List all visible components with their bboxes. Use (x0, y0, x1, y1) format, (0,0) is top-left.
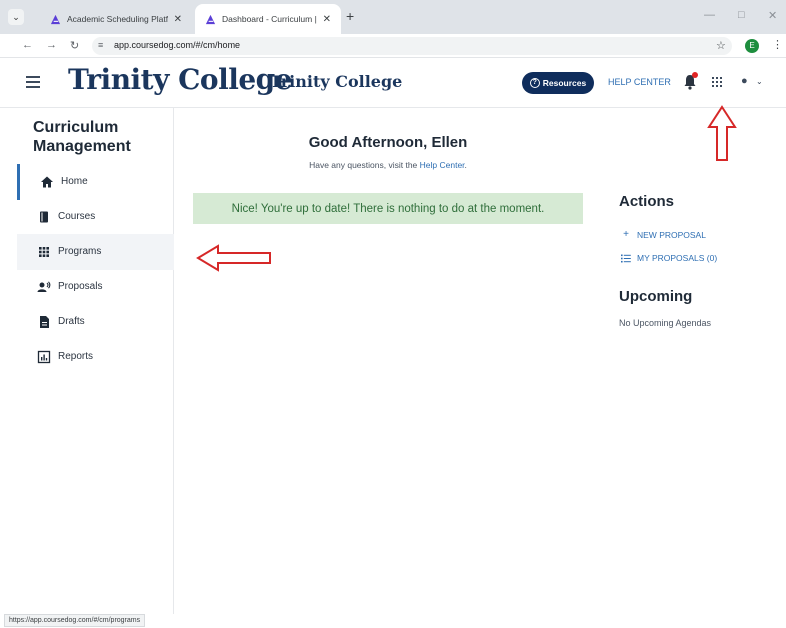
tab-search-chevron-icon[interactable]: ⌄ (8, 9, 24, 25)
upcoming-heading: Upcoming (619, 288, 693, 305)
tab-title: Academic Scheduling Platform (67, 14, 168, 24)
bookmark-star-icon[interactable]: ☆ (716, 39, 726, 52)
reload-icon[interactable]: ↻ (70, 39, 79, 52)
sidebar-item-label: Home (61, 176, 88, 187)
grid-icon (39, 247, 49, 257)
browser-tab-scheduling[interactable]: Academic Scheduling Platform ✕ (40, 4, 192, 34)
sidebar-title: Curriculum Management (33, 119, 131, 155)
resources-button[interactable]: ? Resources (522, 72, 594, 94)
resources-label: Resources (542, 78, 587, 88)
notification-dot (692, 72, 698, 78)
site-settings-icon[interactable]: ≡ (98, 40, 103, 50)
college-logo[interactable]: Trinity College (68, 63, 293, 96)
browser-tabstrip: ⌄ Academic Scheduling Platform ✕ Dashboa… (0, 0, 786, 34)
tab-close-icon[interactable]: ✕ (174, 14, 182, 25)
sidebar-item-courses[interactable]: Courses (17, 199, 174, 235)
new-tab-button[interactable]: + (346, 9, 354, 23)
coursedog-favicon-icon (50, 14, 61, 24)
address-bar[interactable]: ≡ app.coursedog.com/#/cm/home (92, 37, 732, 55)
tab-title: Dashboard - Curriculum | Cours (222, 14, 317, 24)
browser-toolbar: ← → ↻ ≡ app.coursedog.com/#/cm/home ☆ E … (0, 34, 786, 58)
app-header: Trinity College Trinity College ? Resour… (0, 58, 786, 108)
sidebar-item-label: Proposals (58, 281, 103, 292)
chevron-down-icon[interactable]: ⌄ (756, 77, 763, 86)
browser-tab-dashboard[interactable]: Dashboard - Curriculum | Cours ✕ (195, 4, 341, 34)
my-proposals-link[interactable]: MY PROPOSALS (0) (621, 253, 717, 263)
chart-icon (37, 350, 51, 364)
browser-menu-icon[interactable]: ⋮ (772, 38, 783, 51)
plus-icon: + (623, 229, 629, 240)
sidebar-item-reports[interactable]: Reports (17, 339, 174, 375)
profile-avatar[interactable]: E (745, 39, 759, 53)
subtitle-suffix: . (464, 160, 467, 170)
help-center-inline-link[interactable]: Help Center (420, 160, 465, 170)
up-to-date-banner: Nice! You're up to date! There is nothin… (193, 193, 583, 224)
new-proposal-link[interactable]: + NEW PROPOSAL (621, 229, 706, 240)
sidebar-item-label: Courses (58, 211, 96, 222)
annotation-arrow-up-icon (707, 105, 737, 161)
sidebar-item-label: Reports (58, 351, 94, 362)
status-bar-url: https://app.coursedog.com/#/cm/programs (4, 614, 146, 627)
institution-name: Trinity College (270, 72, 403, 91)
tab-close-icon[interactable]: ✕ (323, 14, 331, 25)
sidebar-item-label: Drafts (58, 316, 85, 327)
sidebar: Curriculum Management Home Courses Progr… (17, 108, 174, 614)
sidebar-item-home[interactable]: Home (17, 164, 174, 200)
help-circle-icon: ? (529, 78, 540, 88)
actions-heading: Actions (619, 193, 675, 210)
window-close-icon[interactable]: ✕ (768, 9, 777, 22)
notification-bell-icon[interactable] (683, 72, 698, 90)
sidebar-item-programs[interactable]: Programs (17, 234, 174, 270)
home-icon (41, 176, 53, 188)
sidebar-item-drafts[interactable]: Drafts (17, 304, 174, 340)
maximize-icon[interactable]: □ (738, 9, 745, 21)
sidebar-item-proposals[interactable]: Proposals (17, 269, 174, 305)
my-proposals-label: MY PROPOSALS (0) (637, 253, 718, 263)
subtitle-prefix: Have any questions, visit the (309, 160, 420, 170)
new-proposal-label: NEW PROPOSAL (637, 229, 706, 240)
help-subtitle: Have any questions, visit the Help Cente… (274, 160, 502, 170)
coursedog-favicon-icon (205, 14, 216, 24)
hamburger-menu-icon[interactable] (26, 76, 40, 88)
list-icon (621, 254, 631, 262)
forward-arrow-icon[interactable]: → (46, 39, 57, 51)
greeting-heading: Good Afternoon, Ellen (308, 134, 468, 151)
annotation-arrow-left-icon (196, 244, 271, 272)
back-arrow-icon[interactable]: ← (22, 39, 33, 51)
sidebar-item-label: Programs (58, 246, 102, 257)
document-icon (40, 316, 49, 328)
minimize-icon[interactable]: — (704, 9, 715, 21)
url-text: app.coursedog.com/#/cm/home (114, 40, 241, 50)
user-icon[interactable]: ● (741, 75, 748, 87)
proposal-icon (37, 281, 51, 292)
help-center-link[interactable]: HELP CENTER (608, 77, 671, 87)
no-upcoming-text: No Upcoming Agendas (619, 318, 712, 328)
apps-grid-icon[interactable] (712, 77, 722, 87)
book-icon (40, 211, 48, 223)
